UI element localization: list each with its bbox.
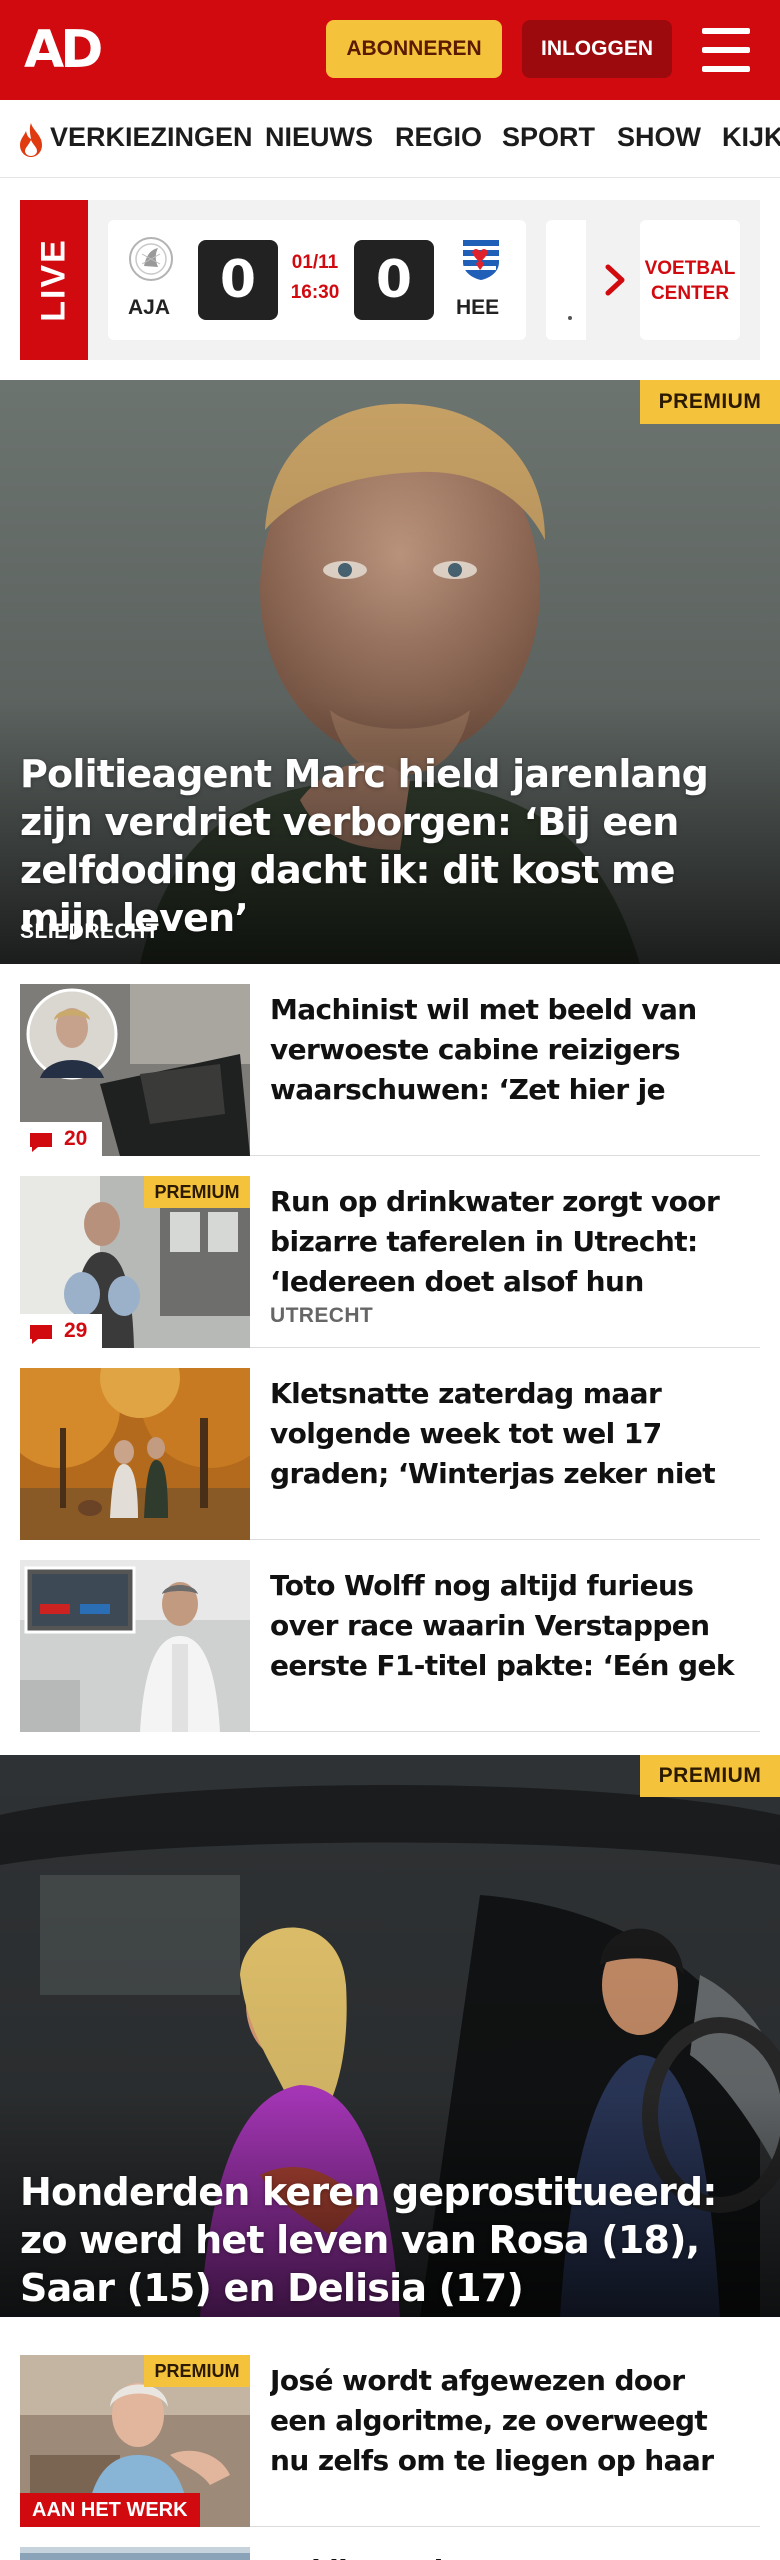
nav-item-show[interactable]: SHOW [617,122,701,153]
article-title[interactable]: Hakil Wendes... [270,2551,740,2560]
article-title[interactable]: Kletsnatte zaterdag maar volgende week t… [270,1374,740,1494]
match-card[interactable]: AJA 0 01/11 16:30 0 HEE [108,220,526,340]
next-match-card[interactable] [546,220,586,340]
heerenveen-logo-icon [463,240,499,280]
flame-icon [20,123,42,157]
hero-article-1[interactable]: PREMIUM Politieagent Marc hield jarenlan… [0,380,780,964]
premium-badge: PREMIUM [144,2355,250,2387]
hero-article-2[interactable]: PREMIUM Honderden keren geprostitueerd: … [0,1755,780,2317]
hero-headline[interactable]: Honderden keren geprostitueerd: zo werd … [20,2168,760,2317]
ajax-logo-icon [129,237,173,281]
article-thumbnail: 20 [20,984,250,1156]
chevron-right-icon [605,264,625,296]
voetbal-center-button[interactable]: VOETBAL CENTER [640,220,740,340]
home-score: 0 [198,240,278,320]
login-button[interactable]: INLOGGEN [522,20,672,78]
comment-count[interactable]: 20 [20,1122,102,1156]
article-thumbnail [20,1368,250,1540]
article-title[interactable]: Toto Wolff nog altijd furieus over race … [270,1566,740,1686]
match-datetime: 01/11 16:30 [290,252,340,303]
hero-headline[interactable]: Politieagent Marc hield jarenlang zijn v… [20,750,760,942]
scroll-right-button[interactable] [586,220,646,340]
list-item[interactable]: PREMIUM 29 Run op drinkwater zorgt voor … [20,1176,760,1348]
premium-badge: PREMIUM [640,380,780,424]
subscribe-button[interactable]: ABONNEREN [326,20,502,78]
nav-item-regio[interactable]: REGIO [395,122,482,153]
live-label: LIVE [20,200,88,360]
premium-badge: PREMIUM [640,1755,780,1797]
article-title[interactable]: José wordt afgewezen door een algoritme,… [270,2361,740,2481]
nav-item-nieuws[interactable]: NIEUWS [265,122,373,153]
article-title[interactable]: Machinist wil met beeld van verwoeste ca… [270,990,740,1110]
nav-item-verkiezingen[interactable]: VERKIEZINGEN [50,122,253,153]
menu-icon[interactable] [702,28,750,72]
article-title[interactable]: Run op drinkwater zorgt voor bizarre taf… [270,1182,740,1302]
comment-icon [30,1133,52,1152]
comment-count[interactable]: 29 [20,1314,102,1348]
list-item[interactable]: Hakil Wendes... [20,2547,760,2560]
home-team-code: AJA [128,296,171,319]
nav-item-sport[interactable]: SPORT [502,122,595,153]
nav-item-kijk[interactable]: KIJK [722,122,780,153]
article-thumbnail [20,2547,250,2560]
live-scores-panel: LIVE AJA 0 01/11 16:30 0 HEE VOETBAL CEN… [20,200,760,360]
list-item[interactable]: Kletsnatte zaterdag maar volgende week t… [20,1368,760,1540]
top-bar: AD ABONNEREN INLOGGEN [0,0,780,100]
article-thumbnail: PREMIUM AAN HET WERK [20,2355,250,2527]
section-tag: AAN HET WERK [20,2493,200,2527]
article-thumbnail: PREMIUM 29 [20,1176,250,1348]
premium-badge: PREMIUM [144,1176,250,1208]
list-item[interactable]: 20 Machinist wil met beeld van verwoeste… [20,984,760,1156]
away-score: 0 [354,240,434,320]
article-location: UTRECHT [270,1304,374,1327]
article-thumbnail [20,1560,250,1732]
hero-location: SLIEDRECHT [20,920,160,943]
ad-logo[interactable]: AD [24,22,103,78]
list-item[interactable]: PREMIUM AAN HET WERK José wordt afgeweze… [20,2355,760,2527]
away-team-code: HEE [456,296,500,319]
comment-icon [30,1325,52,1344]
list-item[interactable]: Toto Wolff nog altijd furieus over race … [20,1560,760,1732]
section-nav: VERKIEZINGEN NIEUWS REGIO SPORT SHOW KIJ… [0,100,780,178]
